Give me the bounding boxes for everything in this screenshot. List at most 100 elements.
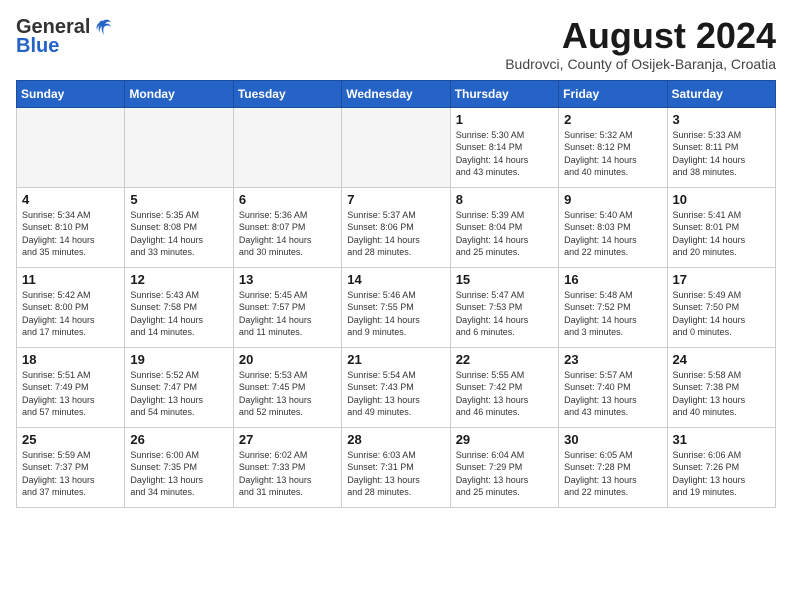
- day-number: 27: [239, 432, 336, 447]
- day-info: Sunrise: 5:36 AM Sunset: 8:07 PM Dayligh…: [239, 209, 336, 259]
- calendar-table: SundayMondayTuesdayWednesdayThursdayFrid…: [16, 80, 776, 508]
- day-info: Sunrise: 5:46 AM Sunset: 7:55 PM Dayligh…: [347, 289, 444, 339]
- month-title: August 2024: [505, 16, 776, 56]
- day-number: 15: [456, 272, 553, 287]
- day-number: 6: [239, 192, 336, 207]
- day-number: 5: [130, 192, 227, 207]
- day-number: 17: [673, 272, 770, 287]
- day-info: Sunrise: 5:51 AM Sunset: 7:49 PM Dayligh…: [22, 369, 119, 419]
- calendar-cell: 23 Sunrise: 5:57 AM Sunset: 7:40 PM Dayli…: [559, 347, 667, 427]
- day-info: Sunrise: 5:54 AM Sunset: 7:43 PM Dayligh…: [347, 369, 444, 419]
- calendar-cell: 8 Sunrise: 5:39 AM Sunset: 8:04 PM Daylig…: [450, 187, 558, 267]
- calendar-cell: 26 Sunrise: 6:00 AM Sunset: 7:35 PM Dayli…: [125, 427, 233, 507]
- calendar-cell: 12 Sunrise: 5:43 AM Sunset: 7:58 PM Dayli…: [125, 267, 233, 347]
- calendar-cell: 24 Sunrise: 5:58 AM Sunset: 7:38 PM Dayli…: [667, 347, 775, 427]
- day-number: 29: [456, 432, 553, 447]
- day-number: 28: [347, 432, 444, 447]
- day-info: Sunrise: 6:05 AM Sunset: 7:28 PM Dayligh…: [564, 449, 661, 499]
- day-number: 7: [347, 192, 444, 207]
- calendar-cell: 21Sunrise: 5:54 AM Sunset: 7:43 PM Dayli…: [342, 347, 450, 427]
- day-number: 24: [673, 352, 770, 367]
- calendar-week-row: 1 Sunrise: 5:30 AM Sunset: 8:14 PM Daylig…: [17, 107, 776, 187]
- calendar-cell: 9Sunrise: 5:40 AM Sunset: 8:03 PM Daylig…: [559, 187, 667, 267]
- header-day-wednesday: Wednesday: [342, 80, 450, 107]
- day-info: Sunrise: 6:02 AM Sunset: 7:33 PM Dayligh…: [239, 449, 336, 499]
- day-info: Sunrise: 5:47 AM Sunset: 7:53 PM Dayligh…: [456, 289, 553, 339]
- day-info: Sunrise: 5:42 AM Sunset: 8:00 PM Dayligh…: [22, 289, 119, 339]
- calendar-cell: 16Sunrise: 5:48 AM Sunset: 7:52 PM Dayli…: [559, 267, 667, 347]
- day-info: Sunrise: 5:37 AM Sunset: 8:06 PM Dayligh…: [347, 209, 444, 259]
- header-day-saturday: Saturday: [667, 80, 775, 107]
- day-info: Sunrise: 5:43 AM Sunset: 7:58 PM Dayligh…: [130, 289, 227, 339]
- header-day-tuesday: Tuesday: [233, 80, 341, 107]
- calendar-cell: 15 Sunrise: 5:47 AM Sunset: 7:53 PM Dayli…: [450, 267, 558, 347]
- day-number: 4: [22, 192, 119, 207]
- day-number: 20: [239, 352, 336, 367]
- calendar-cell: 5Sunrise: 5:35 AM Sunset: 8:08 PM Daylig…: [125, 187, 233, 267]
- day-number: 14: [347, 272, 444, 287]
- logo: General Blue: [16, 16, 114, 58]
- day-info: Sunrise: 6:06 AM Sunset: 7:26 PM Dayligh…: [673, 449, 770, 499]
- calendar-cell: 13Sunrise: 5:45 AM Sunset: 7:57 PM Dayli…: [233, 267, 341, 347]
- day-number: 3: [673, 112, 770, 127]
- header-day-sunday: Sunday: [17, 80, 125, 107]
- day-number: 18: [22, 352, 119, 367]
- day-info: Sunrise: 5:52 AM Sunset: 7:47 PM Dayligh…: [130, 369, 227, 419]
- calendar-cell: 19 Sunrise: 5:52 AM Sunset: 7:47 PM Dayli…: [125, 347, 233, 427]
- page-header: General Blue August 2024 Budrovci, Count…: [16, 16, 776, 72]
- day-info: Sunrise: 5:33 AM Sunset: 8:11 PM Dayligh…: [673, 129, 770, 179]
- day-info: Sunrise: 5:41 AM Sunset: 8:01 PM Dayligh…: [673, 209, 770, 259]
- day-info: Sunrise: 5:32 AM Sunset: 8:12 PM Dayligh…: [564, 129, 661, 179]
- day-number: 11: [22, 272, 119, 287]
- day-info: Sunrise: 5:30 AM Sunset: 8:14 PM Dayligh…: [456, 129, 553, 179]
- day-number: 13: [239, 272, 336, 287]
- day-number: 1: [456, 112, 553, 127]
- day-info: Sunrise: 5:57 AM Sunset: 7:40 PM Dayligh…: [564, 369, 661, 419]
- calendar-header-row: SundayMondayTuesdayWednesdayThursdayFrid…: [17, 80, 776, 107]
- calendar-cell: 4Sunrise: 5:34 AM Sunset: 8:10 PM Daylig…: [17, 187, 125, 267]
- calendar-week-row: 25Sunrise: 5:59 AM Sunset: 7:37 PM Dayli…: [17, 427, 776, 507]
- calendar-cell: 10Sunrise: 5:41 AM Sunset: 8:01 PM Dayli…: [667, 187, 775, 267]
- calendar-cell: 17 Sunrise: 5:49 AM Sunset: 7:50 PM Dayli…: [667, 267, 775, 347]
- day-number: 26: [130, 432, 227, 447]
- day-number: 22: [456, 352, 553, 367]
- day-info: Sunrise: 6:00 AM Sunset: 7:35 PM Dayligh…: [130, 449, 227, 499]
- calendar-cell: 6 Sunrise: 5:36 AM Sunset: 8:07 PM Daylig…: [233, 187, 341, 267]
- day-number: 25: [22, 432, 119, 447]
- day-number: 31: [673, 432, 770, 447]
- logo-bird-icon: [92, 17, 114, 39]
- calendar-week-row: 11 Sunrise: 5:42 AM Sunset: 8:00 PM Dayli…: [17, 267, 776, 347]
- day-number: 12: [130, 272, 227, 287]
- calendar-cell: 28Sunrise: 6:03 AM Sunset: 7:31 PM Dayli…: [342, 427, 450, 507]
- calendar-cell: 30 Sunrise: 6:05 AM Sunset: 7:28 PM Dayli…: [559, 427, 667, 507]
- calendar-cell: 20 Sunrise: 5:53 AM Sunset: 7:45 PM Dayli…: [233, 347, 341, 427]
- day-number: 30: [564, 432, 661, 447]
- day-info: Sunrise: 5:53 AM Sunset: 7:45 PM Dayligh…: [239, 369, 336, 419]
- calendar-cell: 11 Sunrise: 5:42 AM Sunset: 8:00 PM Dayli…: [17, 267, 125, 347]
- logo-blue-text: Blue: [16, 35, 59, 58]
- day-info: Sunrise: 5:39 AM Sunset: 8:04 PM Dayligh…: [456, 209, 553, 259]
- title-area: August 2024 Budrovci, County of Osijek-B…: [505, 16, 776, 72]
- header-day-thursday: Thursday: [450, 80, 558, 107]
- header-day-friday: Friday: [559, 80, 667, 107]
- calendar-cell: [342, 107, 450, 187]
- calendar-cell: [125, 107, 233, 187]
- calendar-cell: 27 Sunrise: 6:02 AM Sunset: 7:33 PM Dayli…: [233, 427, 341, 507]
- calendar-week-row: 18 Sunrise: 5:51 AM Sunset: 7:49 PM Dayli…: [17, 347, 776, 427]
- calendar-cell: 18 Sunrise: 5:51 AM Sunset: 7:49 PM Dayli…: [17, 347, 125, 427]
- day-number: 23: [564, 352, 661, 367]
- calendar-cell: [17, 107, 125, 187]
- day-number: 8: [456, 192, 553, 207]
- calendar-cell: 2Sunrise: 5:32 AM Sunset: 8:12 PM Daylig…: [559, 107, 667, 187]
- calendar-cell: 14 Sunrise: 5:46 AM Sunset: 7:55 PM Dayli…: [342, 267, 450, 347]
- day-number: 9: [564, 192, 661, 207]
- day-info: Sunrise: 5:49 AM Sunset: 7:50 PM Dayligh…: [673, 289, 770, 339]
- day-number: 19: [130, 352, 227, 367]
- calendar-cell: 7 Sunrise: 5:37 AM Sunset: 8:06 PM Daylig…: [342, 187, 450, 267]
- calendar-cell: 22Sunrise: 5:55 AM Sunset: 7:42 PM Dayli…: [450, 347, 558, 427]
- calendar-cell: 1 Sunrise: 5:30 AM Sunset: 8:14 PM Daylig…: [450, 107, 558, 187]
- header-day-monday: Monday: [125, 80, 233, 107]
- calendar-cell: [233, 107, 341, 187]
- day-info: Sunrise: 5:58 AM Sunset: 7:38 PM Dayligh…: [673, 369, 770, 419]
- day-info: Sunrise: 5:48 AM Sunset: 7:52 PM Dayligh…: [564, 289, 661, 339]
